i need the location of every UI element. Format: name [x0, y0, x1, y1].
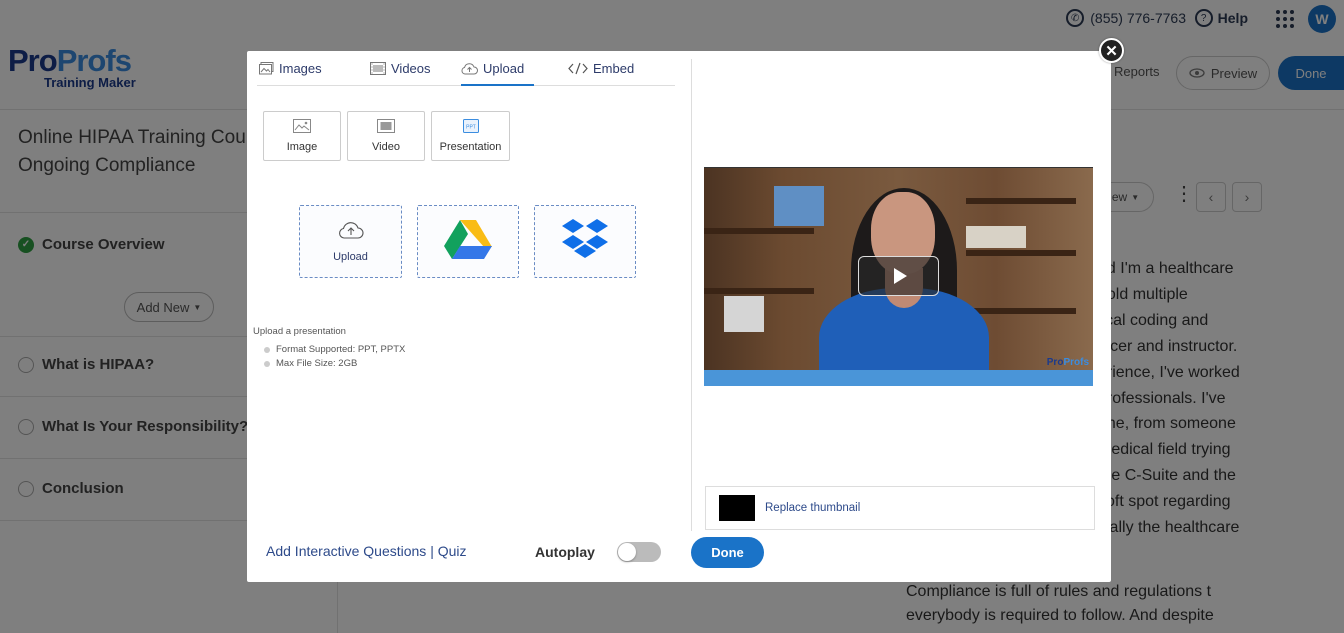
tab-upload[interactable]: Upload — [461, 61, 534, 86]
replace-thumbnail-link[interactable]: Replace thumbnail — [765, 502, 860, 514]
media-tabs: Images Videos Upload Embed — [257, 51, 675, 86]
tab-videos[interactable]: Videos — [370, 61, 431, 86]
video-watermark: ProProfs — [1047, 357, 1089, 368]
play-icon — [893, 268, 907, 284]
type-video-button[interactable]: Video — [347, 111, 425, 161]
cloud-upload-icon — [461, 61, 478, 78]
upload-info-heading: Upload a presentation — [253, 326, 346, 337]
upload-from-computer-button[interactable]: Upload — [299, 205, 402, 278]
wm-profs: Profs — [1063, 357, 1089, 368]
thumbnail-preview — [719, 495, 755, 521]
type-button-label: Video — [372, 141, 400, 153]
code-icon — [568, 61, 588, 78]
play-button[interactable] — [858, 256, 939, 296]
type-button-label: Presentation — [439, 141, 502, 153]
size-text: Max File Size: 2GB — [276, 358, 358, 369]
image-icon — [259, 61, 274, 78]
upload-info-format: Format Supported: PPT, PPTX — [264, 344, 405, 355]
media-modal: Images Videos Upload Embed Image Video P… — [247, 51, 1111, 582]
toggle-knob — [618, 543, 636, 561]
upload-info: Upload a presentation Format Supported: … — [253, 326, 405, 372]
type-presentation-button[interactable]: PPT Presentation — [431, 111, 510, 161]
type-button-label: Image — [286, 141, 318, 153]
format-text: Format Supported: PPT, PPTX — [276, 344, 406, 355]
tab-images[interactable]: Images — [259, 61, 322, 86]
tab-label: Upload — [483, 61, 525, 76]
autoplay-label: Autoplay — [535, 544, 595, 560]
add-interactive-questions-link[interactable]: Add Interactive Questions | Quiz — [266, 543, 467, 559]
video-preview[interactable]: ProProfs — [704, 167, 1093, 386]
dropbox-icon — [562, 218, 608, 265]
close-icon[interactable]: ✕ — [1099, 38, 1124, 63]
presentation-icon: PPT — [462, 119, 479, 136]
type-image-button[interactable]: Image — [263, 111, 341, 161]
svg-text:PPT: PPT — [466, 125, 476, 131]
cloud-upload-icon — [338, 220, 364, 245]
dropbox-button[interactable] — [534, 205, 636, 278]
upload-info-size: Max File Size: 2GB — [264, 358, 405, 369]
tab-embed[interactable]: Embed — [568, 61, 634, 86]
thumbnail-section: Replace thumbnail — [705, 486, 1095, 530]
autoplay-toggle[interactable] — [617, 542, 661, 562]
tab-label: Videos — [391, 61, 431, 76]
upload-label: Upload — [333, 251, 368, 263]
tab-label: Embed — [593, 61, 635, 76]
modal-done-button[interactable]: Done — [691, 537, 764, 568]
video-icon — [377, 119, 395, 136]
tab-label: Images — [279, 61, 322, 76]
wm-pro: Pro — [1046, 357, 1064, 368]
image-icon — [293, 119, 311, 136]
google-drive-icon — [444, 219, 492, 264]
video-icon — [370, 61, 386, 78]
panel-divider — [691, 59, 692, 531]
google-drive-button[interactable] — [417, 205, 519, 278]
